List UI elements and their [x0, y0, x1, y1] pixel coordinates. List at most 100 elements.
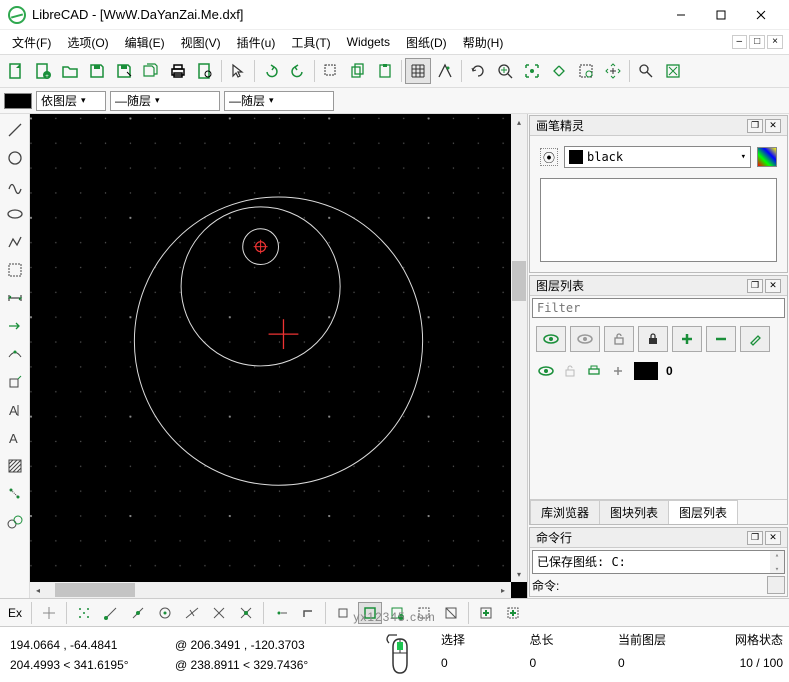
layer-add-button[interactable]	[672, 326, 702, 352]
paste-button[interactable]	[372, 58, 398, 84]
zoom-all-button[interactable]	[660, 58, 686, 84]
canvas-scrollbar-horizontal[interactable]: ◂▸	[30, 582, 511, 598]
restrict-nothing-button[interactable]	[269, 602, 293, 624]
pen-palette-button[interactable]	[757, 147, 777, 167]
command-panel-float-button[interactable]: ❐	[747, 531, 763, 545]
redo-button[interactable]	[285, 58, 311, 84]
drawing-canvas[interactable]: ▴▾ ◂▸	[30, 114, 527, 598]
new-file-button[interactable]	[3, 58, 29, 84]
info-tool[interactable]	[3, 342, 27, 366]
layer-edit-button[interactable]	[740, 326, 770, 352]
layer-remove-button[interactable]	[706, 326, 736, 352]
dimension-tool[interactable]	[3, 286, 27, 310]
maximize-button[interactable]	[701, 2, 741, 28]
snap-free-button[interactable]	[37, 602, 61, 624]
polyline-tool[interactable]	[3, 230, 27, 254]
snap-grid-button[interactable]	[72, 602, 96, 624]
mdi-close[interactable]: ×	[767, 35, 783, 49]
linewidth-select[interactable]: —随层▾	[110, 91, 220, 111]
layer-print-icon[interactable]	[586, 363, 602, 379]
hatch-tool[interactable]	[3, 454, 27, 478]
menu-view[interactable]: 视图(V)	[175, 32, 227, 53]
print-preview-button[interactable]	[192, 58, 218, 84]
save-all-button[interactable]	[138, 58, 164, 84]
draft-mode-button[interactable]	[432, 58, 458, 84]
layer-construction-icon[interactable]	[610, 363, 626, 379]
menu-drawing[interactable]: 图纸(D)	[400, 32, 453, 53]
text-tool[interactable]: A	[3, 398, 27, 422]
zoom-pan-button[interactable]	[600, 58, 626, 84]
block-tool[interactable]	[3, 510, 27, 534]
snap-distance-button[interactable]	[207, 602, 231, 624]
menu-edit[interactable]: 编辑(E)	[119, 32, 171, 53]
modify-tool[interactable]	[3, 314, 27, 338]
print-button[interactable]	[165, 58, 191, 84]
open-file-button[interactable]	[57, 58, 83, 84]
pen-pick-button[interactable]: ⦿	[540, 148, 558, 166]
restrict-orthogonal-button[interactable]	[296, 602, 320, 624]
layer-color-swatch[interactable]	[634, 362, 658, 380]
copy-button[interactable]	[345, 58, 371, 84]
curve-tool[interactable]	[3, 174, 27, 198]
point-tool[interactable]	[3, 482, 27, 506]
snap-endpoint-button[interactable]	[99, 602, 123, 624]
deselect-all-button[interactable]	[501, 602, 525, 624]
zoom-redraw-button[interactable]	[465, 58, 491, 84]
layer-show-all-button[interactable]	[536, 326, 566, 352]
tab-layers[interactable]: 图层列表	[668, 500, 738, 524]
snap-middle-button[interactable]	[180, 602, 204, 624]
select-button[interactable]	[225, 58, 251, 84]
relative-zero-button[interactable]	[331, 602, 355, 624]
layer-lock-icon[interactable]	[562, 363, 578, 379]
mtext-tool[interactable]: A	[3, 426, 27, 450]
snap-intersection-button[interactable]	[234, 602, 258, 624]
layer-lock-button[interactable]	[638, 326, 668, 352]
layer-hide-all-button[interactable]	[570, 326, 600, 352]
snap-center-button[interactable]	[153, 602, 177, 624]
circle-tool[interactable]	[3, 146, 27, 170]
cut-button[interactable]	[318, 58, 344, 84]
pen-color-select[interactable]: black ▾	[564, 146, 751, 168]
canvas-scrollbar-vertical[interactable]: ▴▾	[511, 114, 527, 582]
zoom-extents-button[interactable]	[633, 58, 659, 84]
deselect-layer-button[interactable]	[412, 602, 436, 624]
zoom-auto-button[interactable]	[519, 58, 545, 84]
command-panel-close-button[interactable]: ✕	[765, 531, 781, 545]
zoom-window-button[interactable]	[573, 58, 599, 84]
menu-tools[interactable]: 工具(T)	[285, 32, 336, 53]
select-layer-button[interactable]	[385, 602, 409, 624]
layer-visible-icon[interactable]	[538, 363, 554, 379]
command-clear-button[interactable]	[767, 576, 785, 594]
tab-blocks[interactable]: 图块列表	[599, 500, 669, 524]
mdi-minimize[interactable]: ‒	[732, 35, 748, 49]
move-tool[interactable]	[3, 370, 27, 394]
layers-panel-close-button[interactable]: ✕	[765, 279, 781, 293]
menu-help[interactable]: 帮助(H)	[457, 32, 510, 53]
invert-selection-button[interactable]	[439, 602, 463, 624]
select-all-button[interactable]	[474, 602, 498, 624]
close-button[interactable]	[741, 2, 781, 28]
layers-panel-float-button[interactable]: ❐	[747, 279, 763, 293]
zoom-previous-button[interactable]	[546, 58, 572, 84]
pen-panel-float-button[interactable]: ❐	[747, 119, 763, 133]
grid-toggle-button[interactable]	[405, 58, 431, 84]
linetype-select[interactable]: —随层▾	[224, 91, 334, 111]
menu-file[interactable]: 文件(F)	[6, 32, 57, 53]
menu-widgets[interactable]: Widgets	[341, 33, 396, 51]
save-button[interactable]	[84, 58, 110, 84]
menu-options[interactable]: 选项(O)	[61, 32, 114, 53]
new-from-template-button[interactable]: +	[30, 58, 56, 84]
mdi-maximize[interactable]: □	[749, 35, 765, 49]
snap-on-entity-button[interactable]	[126, 602, 150, 624]
layer-row-0[interactable]: 0	[530, 358, 787, 384]
ellipse-tool[interactable]	[3, 202, 27, 226]
save-as-button[interactable]	[111, 58, 137, 84]
lock-relative-zero-button[interactable]	[358, 602, 382, 624]
menu-plugins[interactable]: 插件(u)	[231, 32, 282, 53]
ex-label[interactable]: Ex	[4, 606, 26, 620]
undo-button[interactable]	[258, 58, 284, 84]
minimize-button[interactable]	[661, 2, 701, 28]
line-tool[interactable]	[3, 118, 27, 142]
layer-unlock-button[interactable]	[604, 326, 634, 352]
select-tool[interactable]	[3, 258, 27, 282]
